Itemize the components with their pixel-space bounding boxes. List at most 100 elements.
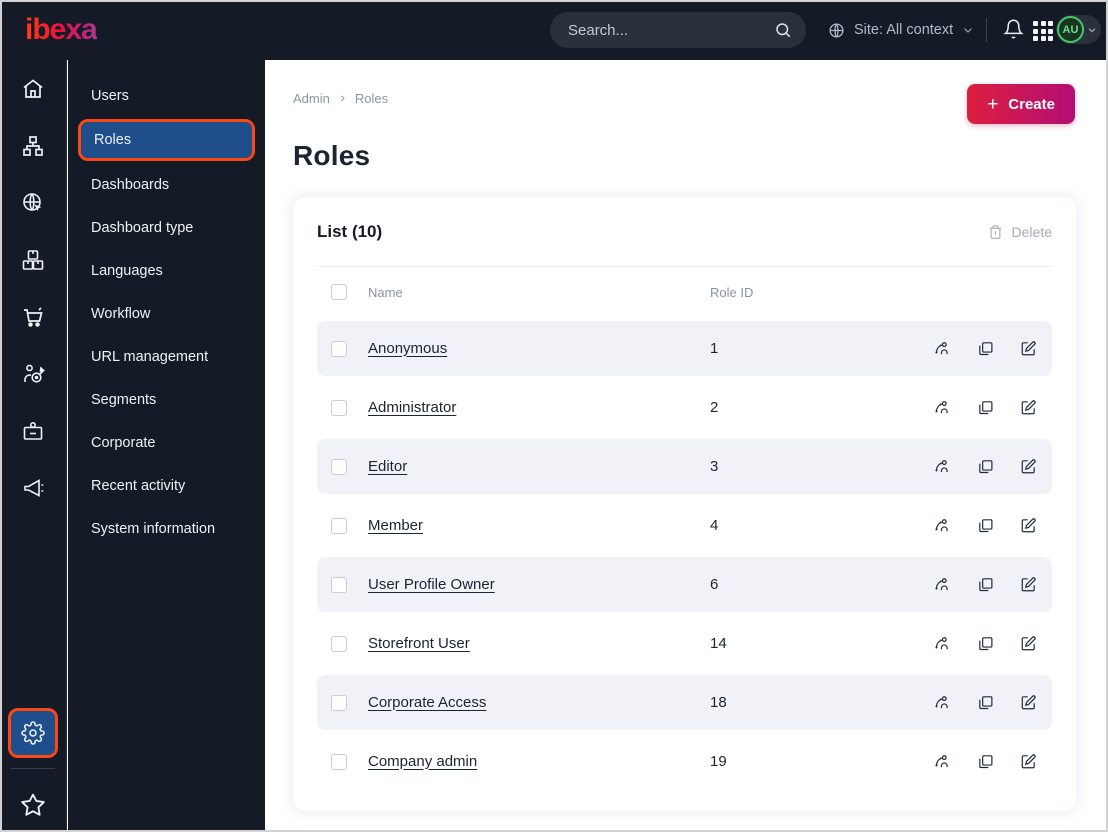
breadcrumb-admin[interactable]: Admin bbox=[293, 91, 330, 106]
sidebar-item-url-management[interactable]: URL management bbox=[68, 335, 265, 378]
row-checkbox[interactable] bbox=[331, 458, 347, 475]
role-id-value: 6 bbox=[710, 576, 719, 593]
sidebar-item-dashboards[interactable]: Dashboards bbox=[68, 163, 265, 206]
copy-icon[interactable] bbox=[977, 753, 994, 770]
sidebar-item-users[interactable]: Users bbox=[68, 74, 265, 117]
topbar-divider bbox=[986, 18, 987, 42]
column-header-name: Name bbox=[368, 284, 403, 300]
select-all-checkbox[interactable] bbox=[331, 284, 347, 300]
table-row: Anonymous 1 bbox=[317, 321, 1052, 376]
user-menu[interactable]: AU bbox=[1056, 15, 1101, 44]
sidebar-item-corporate[interactable]: Corporate bbox=[68, 421, 265, 464]
role-name-link[interactable]: Storefront User bbox=[368, 635, 470, 652]
row-checkbox[interactable] bbox=[331, 576, 347, 593]
copy-icon[interactable] bbox=[977, 635, 994, 652]
content-tree-icon bbox=[23, 135, 43, 156]
avatar: AU bbox=[1057, 16, 1084, 43]
role-id-value: 1 bbox=[710, 340, 719, 357]
assign-users-icon[interactable] bbox=[934, 635, 951, 652]
nav-site[interactable] bbox=[0, 174, 67, 231]
assign-users-icon[interactable] bbox=[934, 576, 951, 593]
table-header: Name Role ID bbox=[317, 267, 1052, 317]
edit-icon[interactable] bbox=[1020, 753, 1037, 770]
assign-users-icon[interactable] bbox=[934, 399, 951, 416]
role-name-link[interactable]: Company admin bbox=[368, 753, 477, 770]
assign-users-icon[interactable] bbox=[934, 340, 951, 357]
edit-icon[interactable] bbox=[1020, 399, 1037, 416]
edit-icon[interactable] bbox=[1020, 340, 1037, 357]
sidebar-item-roles[interactable]: Roles bbox=[81, 122, 252, 158]
copy-icon[interactable] bbox=[977, 340, 994, 357]
sidebar-item-segments[interactable]: Segments bbox=[68, 378, 265, 421]
role-name-link[interactable]: Corporate Access bbox=[368, 694, 486, 711]
table-row: Company admin 19 bbox=[317, 734, 1052, 789]
role-name-link[interactable]: Administrator bbox=[368, 399, 456, 416]
role-id-value: 14 bbox=[710, 635, 727, 652]
copy-icon[interactable] bbox=[977, 694, 994, 711]
nav-dashboard[interactable] bbox=[0, 60, 67, 117]
ibexa-admin-screen: ibexa Site: All context AU bbox=[0, 0, 1108, 832]
assign-users-icon[interactable] bbox=[934, 517, 951, 534]
row-checkbox[interactable] bbox=[331, 694, 347, 711]
nav-commerce[interactable] bbox=[0, 288, 67, 345]
bell-icon bbox=[1003, 19, 1024, 39]
global-search[interactable] bbox=[550, 12, 806, 48]
home-icon bbox=[23, 78, 43, 98]
role-name-link[interactable]: Editor bbox=[368, 458, 407, 475]
star-icon bbox=[21, 793, 45, 816]
role-name-link[interactable]: Anonymous bbox=[368, 340, 447, 357]
notifications-button[interactable] bbox=[1003, 18, 1024, 40]
breadcrumb-separator-icon bbox=[340, 95, 345, 102]
nav-content[interactable] bbox=[0, 117, 67, 174]
copy-icon[interactable] bbox=[977, 576, 994, 593]
sidebar-item-system-information[interactable]: System information bbox=[68, 507, 265, 550]
row-checkbox[interactable] bbox=[331, 340, 347, 357]
edit-icon[interactable] bbox=[1020, 694, 1037, 711]
sidebar-item-recent-activity[interactable]: Recent activity bbox=[68, 464, 265, 507]
table-row: Corporate Access 18 bbox=[317, 675, 1052, 730]
edit-icon[interactable] bbox=[1020, 635, 1037, 652]
copy-icon[interactable] bbox=[977, 458, 994, 475]
gear-icon bbox=[21, 721, 45, 745]
role-name-link[interactable]: Member bbox=[368, 517, 423, 534]
row-checkbox[interactable] bbox=[331, 635, 347, 652]
copy-icon[interactable] bbox=[977, 517, 994, 534]
sidebar-item-languages[interactable]: Languages bbox=[68, 249, 265, 292]
marketing-megaphone-icon bbox=[24, 478, 44, 497]
column-header-role-id: Role ID bbox=[710, 284, 754, 300]
search-icon[interactable] bbox=[774, 21, 792, 39]
main-nav-rail bbox=[0, 60, 67, 832]
assign-users-icon[interactable] bbox=[934, 753, 951, 770]
copy-icon[interactable] bbox=[977, 399, 994, 416]
delete-button[interactable]: Delete bbox=[988, 224, 1052, 240]
ibexa-logo[interactable]: ibexa bbox=[25, 13, 98, 47]
edit-icon[interactable] bbox=[1020, 576, 1037, 593]
row-checkbox[interactable] bbox=[331, 399, 347, 416]
assign-users-icon[interactable] bbox=[934, 458, 951, 475]
row-checkbox[interactable] bbox=[331, 753, 347, 770]
nav-admin-highlighted[interactable] bbox=[8, 708, 58, 758]
create-button[interactable]: + Create bbox=[967, 84, 1075, 124]
nav-products[interactable] bbox=[0, 231, 67, 288]
nav-marketing[interactable] bbox=[0, 459, 67, 516]
row-checkbox[interactable] bbox=[331, 517, 347, 534]
sidebar-item-workflow[interactable]: Workflow bbox=[68, 292, 265, 335]
role-name-link[interactable]: User Profile Owner bbox=[368, 576, 495, 593]
assign-users-icon[interactable] bbox=[934, 694, 951, 711]
main-content: Admin Roles + Create Roles List (10) Del… bbox=[265, 60, 1108, 832]
role-id-value: 18 bbox=[710, 694, 727, 711]
table-row: Storefront User 14 bbox=[317, 616, 1052, 671]
sidebar-item-roles-highlight: Roles bbox=[78, 119, 255, 161]
sidebar-item-dashboard-type[interactable]: Dashboard type bbox=[68, 206, 265, 249]
site-context-dropdown[interactable]: Site: All context bbox=[828, 0, 974, 60]
corporate-badge-icon bbox=[23, 421, 43, 440]
role-id-value: 4 bbox=[710, 517, 719, 534]
nav-personalization[interactable] bbox=[0, 345, 67, 402]
nav-corporate[interactable] bbox=[0, 402, 67, 459]
breadcrumb-roles: Roles bbox=[354, 91, 389, 106]
nav-bookmarks[interactable] bbox=[20, 777, 46, 832]
app-grid-icon[interactable] bbox=[1033, 21, 1053, 41]
edit-icon[interactable] bbox=[1020, 458, 1037, 475]
edit-icon[interactable] bbox=[1020, 517, 1037, 534]
search-input[interactable] bbox=[568, 21, 774, 39]
